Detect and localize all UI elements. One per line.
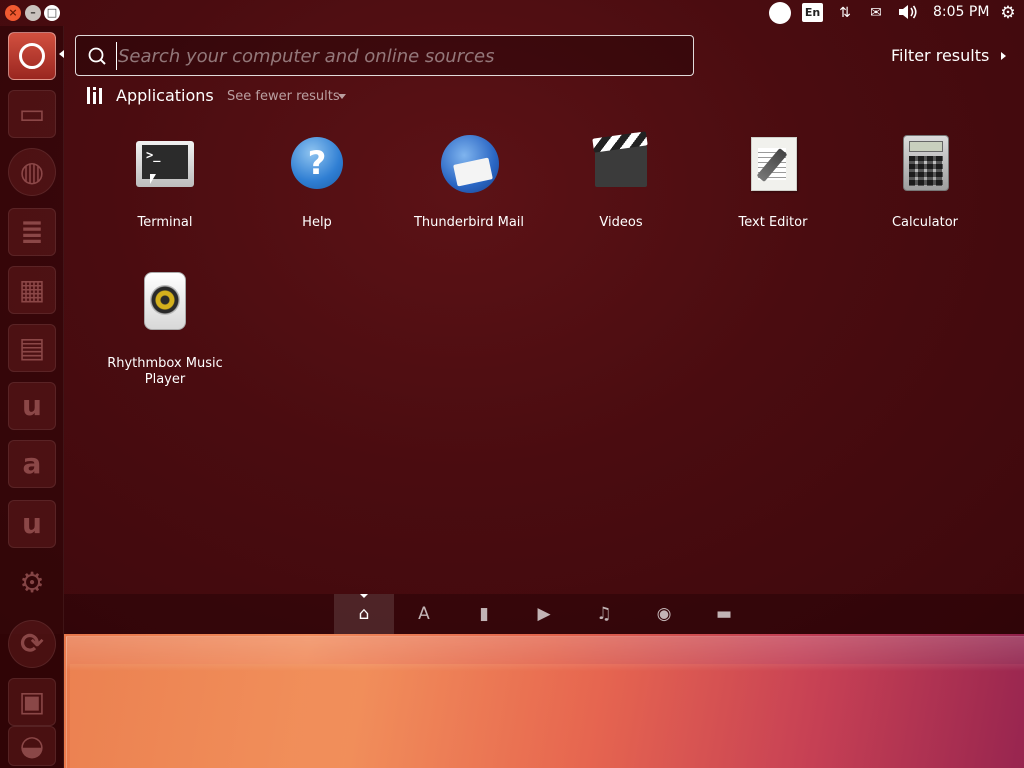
launcher-item-files[interactable]: ▭ <box>8 90 56 138</box>
music-lens-icon: ♫ <box>596 604 612 624</box>
app-rhythmbox-music-player[interactable]: Rhythmbox Music Player <box>95 270 235 388</box>
speaker-volume-icon <box>899 5 917 19</box>
rhythmbox-speaker-icon <box>133 270 197 334</box>
clock[interactable]: 8:05 PM <box>933 4 989 20</box>
maximize-window-button[interactable]: □ <box>44 5 60 21</box>
amazon-icon: a <box>22 447 42 480</box>
launcher: ▭ ◍ ≣ ▦ ▤ u a u ⚙ ⟳ ▣ ◒ <box>0 26 64 768</box>
photos-lens-icon: ◉ <box>656 604 672 624</box>
lens-home-button[interactable]: ⌂ <box>334 594 394 634</box>
app-terminal[interactable]: >_ Terminal <box>95 131 235 231</box>
launcher-item-writer[interactable]: ≣ <box>8 208 56 256</box>
app-label: Terminal <box>137 215 193 230</box>
search-box[interactable] <box>75 35 694 76</box>
lens-music-button[interactable]: ♫ <box>574 594 634 634</box>
app-label: Text Editor <box>738 215 808 230</box>
see-fewer-results-link[interactable]: See fewer results <box>227 89 340 104</box>
video-lens-icon: ▶ <box>537 604 551 624</box>
search-input[interactable] <box>116 42 676 70</box>
app-help[interactable]: ? Help <box>247 131 387 231</box>
lens-photos-button[interactable]: ◉ <box>634 594 694 634</box>
launcher-item-software-updater[interactable]: ⟳ <box>8 620 56 668</box>
libreoffice-calc-icon: ▦ <box>18 273 46 306</box>
launcher-active-arrow <box>59 50 64 58</box>
close-window-button[interactable]: × <box>5 5 21 21</box>
filter-results-button[interactable]: Filter results <box>891 46 989 65</box>
launcher-item-ubuntu-one[interactable]: u <box>8 382 56 430</box>
applications-lens-icon: A <box>418 604 430 624</box>
search-icon <box>88 47 106 65</box>
lens-video-button[interactable]: ▶ <box>514 594 574 634</box>
help-icon: ? <box>285 131 349 195</box>
app-label: Calculator <box>891 215 958 230</box>
chevron-right-icon[interactable] <box>1001 52 1006 60</box>
software-updater-icon: ⟳ <box>20 627 44 660</box>
file-manager-icon: ▭ <box>18 97 46 130</box>
launcher-item-firefox[interactable]: ◍ <box>8 148 56 196</box>
keyboard-layout-indicator[interactable]: En <box>802 3 823 22</box>
active-lens-marker <box>360 594 368 598</box>
launcher-item-ubuntu-one-music[interactable]: u <box>8 500 56 548</box>
app-text-editor[interactable]: Text Editor <box>703 131 843 231</box>
app-thunderbird-mail[interactable]: Thunderbird Mail <box>399 131 539 231</box>
window-frame <box>66 636 1024 768</box>
ubuntu-one-music-icon: u <box>22 507 42 540</box>
ubuntu-one-icon: u <box>22 389 42 422</box>
files-lens-icon: ▮ <box>479 604 489 624</box>
app-label: Thunderbird Mail <box>413 215 525 230</box>
firefox-icon: ◍ <box>19 155 45 188</box>
launcher-item-amazon[interactable]: a <box>8 440 56 488</box>
launcher-item-trash[interactable]: ◒ <box>8 726 56 766</box>
terminal-icon: >_ <box>133 131 197 195</box>
lens-files-button[interactable]: ▮ <box>454 594 514 634</box>
launcher-item-system-settings[interactable]: ⚙ <box>8 560 56 608</box>
text-editor-icon <box>741 131 805 195</box>
app-label: Videos <box>599 215 643 230</box>
app-label: Rhythmbox Music Player <box>107 356 223 387</box>
sound-volume-icon[interactable] <box>896 3 920 23</box>
app-label: Help <box>302 215 332 230</box>
workspace-switcher-icon: ▣ <box>18 685 46 718</box>
app-calculator[interactable]: Calculator <box>855 131 995 231</box>
ubuntu-logo-icon <box>19 43 45 69</box>
calculator-icon <box>893 131 957 195</box>
social-lens-icon: ▬ <box>715 604 733 624</box>
category-title: Applications <box>116 86 214 105</box>
chevron-down-icon[interactable] <box>338 94 346 99</box>
launcher-item-calc[interactable]: ▦ <box>8 266 56 314</box>
libreoffice-writer-icon: ≣ <box>20 215 44 248</box>
app-videos[interactable]: Videos <box>551 131 691 231</box>
lens-social-button[interactable]: ▬ <box>694 594 754 634</box>
launcher-item-impress[interactable]: ▤ <box>8 324 56 372</box>
thunderbird-mail-icon <box>437 131 501 195</box>
session-power-gear-icon[interactable]: ⚙ <box>998 3 1018 23</box>
home-lens-icon: ⌂ <box>358 604 370 624</box>
network-icon[interactable]: ⇅ <box>834 3 856 23</box>
top-panel: × – □ En ⇅ ✉ 8:05 PM ⚙ <box>0 0 1024 26</box>
libreoffice-impress-icon: ▤ <box>18 331 46 364</box>
launcher-item-dash-home[interactable] <box>8 32 56 80</box>
videos-clapperboard-icon <box>589 131 653 195</box>
launcher-item-workspace-switcher[interactable]: ▣ <box>8 678 56 726</box>
indicator-circle-icon[interactable] <box>769 2 791 24</box>
settings-gear-icon: ⚙ <box>19 566 45 599</box>
trash-icon: ◒ <box>19 729 45 762</box>
lens-applications-button[interactable]: A <box>394 594 454 634</box>
minimize-window-button[interactable]: – <box>25 5 41 21</box>
applications-category-icon <box>87 87 102 104</box>
mouse-cursor-icon <box>150 174 156 184</box>
mail-envelope-icon[interactable]: ✉ <box>865 3 887 23</box>
